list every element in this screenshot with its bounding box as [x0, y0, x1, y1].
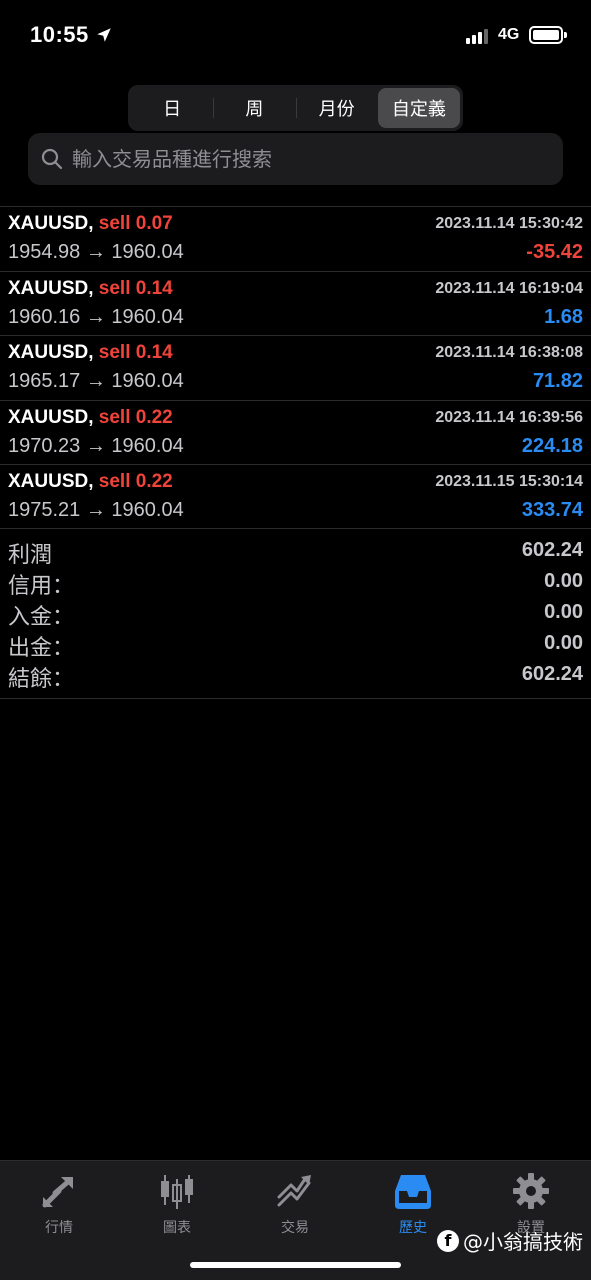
trade-symbol: XAUUSD, sell 0.14: [8, 278, 173, 300]
cellular-signal-icon: [466, 28, 488, 44]
summary-value: 602.24: [521, 539, 583, 561]
trade-profit: 224.18: [521, 434, 583, 457]
battery-icon: [529, 26, 567, 44]
tab-label: 歷史: [399, 1220, 427, 1236]
summary-value: 0.00: [544, 601, 583, 623]
trade-profit: 71.82: [532, 370, 583, 392]
trade-prices: 1965.17 → 1960.04: [8, 370, 184, 392]
summary-value: 0.00: [544, 632, 583, 654]
summary-row-deposit: 入金： 0.00: [0, 597, 591, 630]
trade-row[interactable]: XAUUSD, sell 0.07 2023.11.14 15:30:42 19…: [0, 206, 591, 271]
symbol-name: XAUUSD,: [8, 471, 94, 492]
summary-row-balance: 結餘： 602.24: [0, 659, 591, 692]
trade-history-list: XAUUSD, sell 0.07 2023.11.14 15:30:42 19…: [0, 206, 591, 529]
summary-label: 出金：: [8, 636, 75, 661]
trade-side: sell 0.22: [98, 406, 173, 428]
search-input[interactable]: [72, 147, 563, 171]
trade-timestamp: 2023.11.14 16:38:08: [435, 344, 583, 361]
trade-symbol: XAUUSD, sell 0.22: [8, 407, 173, 429]
summary-label: 結餘：: [8, 667, 75, 692]
status-bar: 10:55 4G: [0, 0, 591, 70]
trade-symbol: XAUUSD, sell 0.07: [8, 213, 173, 235]
search-icon: [41, 148, 63, 170]
trade-profit: -35.42: [526, 241, 583, 263]
summary-row-profit: 利潤 602.24: [0, 535, 591, 568]
summary-value: 602.24: [521, 663, 583, 685]
trade-row[interactable]: XAUUSD, sell 0.22 2023.11.15 15:30:14 19…: [0, 464, 591, 529]
tab-label: 行情: [45, 1220, 73, 1236]
watermark: f @小翁搞技術: [437, 1226, 583, 1255]
trade-prices: 1954.98 → 1960.04: [8, 241, 184, 263]
segment-custom[interactable]: 自定義: [377, 88, 460, 128]
trade-timestamp: 2023.11.14 16:39:56: [435, 408, 583, 426]
trade-row[interactable]: XAUUSD, sell 0.14 2023.11.14 16:38:08 19…: [0, 335, 591, 400]
trade-side: sell 0.14: [98, 277, 173, 299]
tab-chart[interactable]: 圖表: [118, 1171, 236, 1237]
trade-profit: 333.74: [521, 499, 583, 521]
segment-day[interactable]: 日: [131, 88, 213, 128]
trade-prices: 1960.16 → 1960.04: [8, 305, 184, 328]
trade-symbol: XAUUSD, sell 0.22: [8, 471, 173, 493]
segment-week[interactable]: 周: [213, 88, 295, 128]
symbol-name: XAUUSD,: [8, 406, 94, 428]
summary-row-withdrawal: 出金： 0.00: [0, 628, 591, 661]
trade-timestamp: 2023.11.14 15:30:42: [435, 215, 583, 232]
period-segmented-control: 日 周 月份 自定義: [128, 85, 463, 131]
tab-quotes[interactable]: 行情: [0, 1171, 118, 1237]
account-summary: 利潤 602.24 信用： 0.00 入金： 0.00 出金： 0.00 結餘：…: [0, 528, 591, 699]
segment-month[interactable]: 月份: [295, 88, 378, 128]
facebook-icon: f: [437, 1229, 459, 1252]
summary-value: 0.00: [544, 570, 583, 592]
trade-side: sell 0.07: [98, 213, 173, 234]
watermark-text: @小翁搞技術: [463, 1230, 583, 1254]
chart-icon: [161, 1175, 193, 1209]
clock-time: 10:55: [30, 22, 89, 47]
trade-profit: 1.68: [544, 305, 583, 328]
trade-side: sell 0.22: [98, 471, 173, 492]
symbol-name: XAUUSD,: [8, 213, 94, 234]
home-indicator[interactable]: [190, 1262, 401, 1268]
tab-label: 圖表: [163, 1220, 191, 1236]
settings-icon: [513, 1173, 549, 1209]
trade-side: sell 0.14: [98, 342, 173, 363]
trade-row[interactable]: XAUUSD, sell 0.14 2023.11.14 16:19:04 19…: [0, 270, 591, 336]
trade-timestamp: 2023.11.15 15:30:14: [435, 473, 583, 490]
search-bar[interactable]: [28, 133, 563, 185]
summary-label: 信用：: [8, 574, 75, 599]
clock: 10:55: [30, 22, 113, 48]
summary-label: 入金：: [8, 605, 75, 630]
summary-row-credit: 信用： 0.00: [0, 566, 591, 599]
tab-trade[interactable]: 交易: [236, 1171, 354, 1237]
trade-symbol: XAUUSD, sell 0.14: [8, 342, 173, 364]
symbol-name: XAUUSD,: [8, 277, 94, 299]
trade-prices: 1975.21 → 1960.04: [8, 499, 184, 521]
trade-icon: [277, 1175, 311, 1207]
network-type: 4G: [498, 26, 520, 43]
history-icon: [395, 1175, 431, 1209]
summary-label: 利潤: [8, 543, 53, 568]
location-arrow-icon: [97, 28, 111, 42]
trade-row[interactable]: XAUUSD, sell 0.22 2023.11.14 16:39:56 19…: [0, 399, 591, 465]
trade-timestamp: 2023.11.14 16:19:04: [435, 279, 583, 297]
tab-label: 交易: [281, 1220, 309, 1236]
symbol-name: XAUUSD,: [8, 342, 94, 363]
quotes-icon: [42, 1177, 73, 1208]
trade-prices: 1970.23 → 1960.04: [8, 434, 184, 457]
